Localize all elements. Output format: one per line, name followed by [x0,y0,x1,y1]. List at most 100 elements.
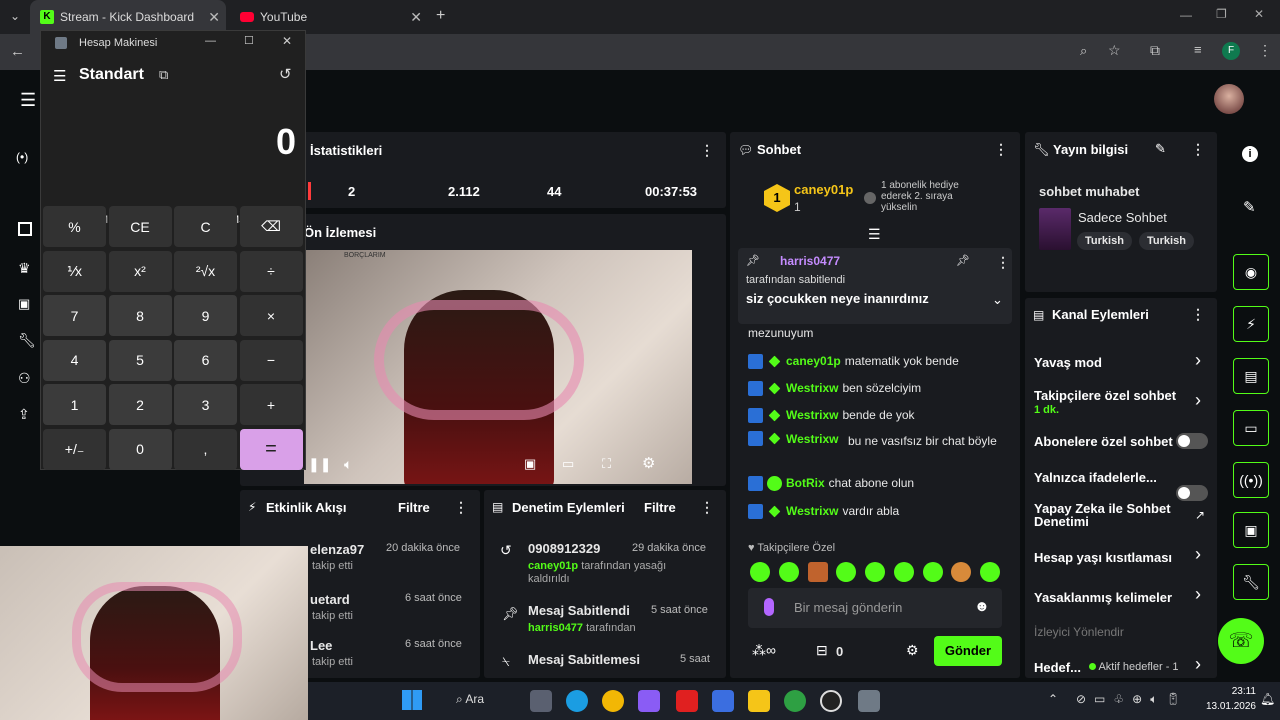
chevron-right-icon[interactable]: › [1195,654,1201,675]
top-gifter[interactable]: caney01p [794,182,853,197]
external-link-icon[interactable]: ↗ [1195,508,1205,522]
settings-gear-icon[interactable]: ⚙ [642,454,655,472]
menu-kebab-icon[interactable]: ⋮ [994,141,1008,158]
banned-words[interactable]: Yasaklanmış kelimeler [1034,590,1172,605]
document-button[interactable]: ▤ [1233,358,1269,394]
microphone-icon[interactable] [764,598,774,616]
maximize-icon[interactable]: ❐ [1216,7,1227,21]
emote-icon[interactable] [836,562,857,582]
store-icon[interactable] [712,690,734,712]
key-percent-button[interactable]: % [43,206,106,247]
goals[interactable]: Hedef... [1034,660,1081,675]
chevron-right-icon[interactable]: › [1195,350,1201,371]
copilot-icon[interactable] [638,690,660,712]
subscribers-only-toggle[interactable] [1176,433,1208,449]
emote-icon[interactable] [778,562,799,582]
stream-icon[interactable]: (•) [16,150,28,164]
key-two-button[interactable]: 2 [108,384,172,425]
tag-chip[interactable]: Turkish [1077,232,1132,250]
edge-icon[interactable] [566,690,588,712]
chrome-profile-icon[interactable] [784,690,806,712]
emote-icon[interactable] [980,562,1000,582]
emote-icon[interactable] [865,562,885,582]
users-icon[interactable]: ⚇ [18,370,31,387]
edit-pencil-icon[interactable]: ✎ [1243,198,1256,216]
user-avatar[interactable] [1214,84,1244,114]
edit-pencil-icon[interactable]: ✎ [1155,141,1166,157]
video-icon[interactable]: ▣ [18,296,30,312]
close-window-icon[interactable]: ✕ [1254,7,1264,21]
emotes-only-toggle[interactable] [1176,485,1208,501]
menu-kebab-icon[interactable]: ⋮ [454,499,468,516]
collapse-icon[interactable]: ☰ [868,226,881,243]
bolt-button[interactable]: ⚡︎ [1233,306,1269,342]
zoom-icon[interactable]: ⌕ [1080,43,1087,59]
chat-username[interactable]: Westrixw [786,504,838,518]
key-decimal-button[interactable]: , [174,428,237,470]
extensions-icon[interactable]: ⧉ [1150,42,1160,59]
chat-input[interactable]: Bir mesaj gönderin ☻ [748,588,1002,628]
gift-box-icon[interactable]: ⊟ [816,642,828,659]
chat-username[interactable]: Westrixw [786,381,838,395]
emote-icon[interactable] [750,562,770,582]
key-square-root-button[interactable]: ²√x [174,250,237,292]
chat-username[interactable]: Westrixw [786,408,838,422]
slow-mode[interactable]: Yavaş mod [1034,355,1102,370]
trophy-icon[interactable]: ♛ [18,260,31,277]
support-chat-icon[interactable]: ☏ [1218,618,1264,664]
history-icon[interactable]: ↺ [279,65,292,83]
key-add-button[interactable]: + [239,384,303,425]
minimize-icon[interactable]: — [205,35,216,47]
theater-icon[interactable]: ▭ [562,456,574,472]
media-icon[interactable]: ≡ [1194,42,1202,57]
key-eight-button[interactable]: 8 [108,295,172,336]
account-age-restriction[interactable]: Hesap yaşı kısıtlaması [1034,550,1172,565]
tab-youtube[interactable]: YouTube ✕ [232,0,428,34]
key-nine-button[interactable]: 9 [174,295,237,336]
key-equals-button[interactable]: = [239,428,303,470]
emote-icon[interactable] [922,562,943,582]
emoji-icon[interactable]: ☻ [974,598,990,615]
key-three-button[interactable]: 3 [174,384,237,425]
filter-button[interactable]: Filtre [644,500,676,515]
key-zero-button[interactable]: 0 [108,428,172,470]
emote-icon[interactable] [807,562,828,582]
info-icon[interactable]: i [1242,146,1258,162]
key-backspace-button[interactable]: ⌫ [239,206,303,247]
broadcast-button[interactable]: ((•)) [1233,462,1269,498]
emote-icon[interactable] [893,562,914,582]
menu-kebab-icon[interactable]: ⋮ [1258,42,1272,59]
chrome-icon[interactable] [602,690,624,712]
keep-on-top-icon[interactable]: ⧉ [159,67,168,83]
send-button[interactable]: Gönder [934,636,1002,666]
filter-button[interactable]: Filtre [398,500,430,515]
back-icon[interactable]: ← [10,43,25,60]
maximize-icon[interactable]: ☐ [244,34,254,47]
wrench-icon[interactable]: 🔧︎ [18,332,36,349]
tab-kick-dashboard[interactable]: K Stream - Kick Dashboard ✕ [30,0,226,34]
chevron-right-icon[interactable]: › [1195,544,1201,565]
key-divide-button[interactable]: ÷ [239,250,303,292]
analytics-icon[interactable] [18,222,32,236]
bookmark-star-icon[interactable]: ☆ [1108,42,1121,59]
pinned-message[interactable]: 📌︎ harris0477 tarafından sabitlendi siz … [738,248,1012,324]
chat-username[interactable]: caney01p [786,354,841,368]
start-windows-icon[interactable] [402,690,422,710]
unpin-icon[interactable]: 📌︎ [956,254,970,267]
wrench-button[interactable]: 🔧︎ [1233,564,1269,600]
key-square-button[interactable]: x² [108,250,172,292]
chat-settings-gear-icon[interactable]: ⚙ [906,642,919,659]
video-player[interactable]: BORÇLARIM ❚❚ 🔈︎ ▣ ▭ ⛶ ⚙ [304,250,692,484]
key-clear-button[interactable]: C [174,206,237,247]
menu-kebab-icon[interactable]: ⋮ [1191,141,1205,158]
notifications-icon[interactable]: 🔔︎ [1260,692,1275,706]
profile-avatar[interactable]: F [1222,42,1240,60]
wps-icon[interactable] [676,690,698,712]
obs-icon[interactable] [820,690,842,712]
chat-username[interactable]: BotRix [786,476,825,490]
key-seven-button[interactable]: 7 [43,295,106,336]
chevron-down-icon[interactable]: ⌄ [992,292,1003,308]
ai-moderation[interactable]: Yapay Zeka ile Sohbet Denetimi [1034,502,1174,528]
taskview-icon[interactable] [530,690,552,712]
close-tab-icon[interactable]: ✕ [410,9,422,26]
